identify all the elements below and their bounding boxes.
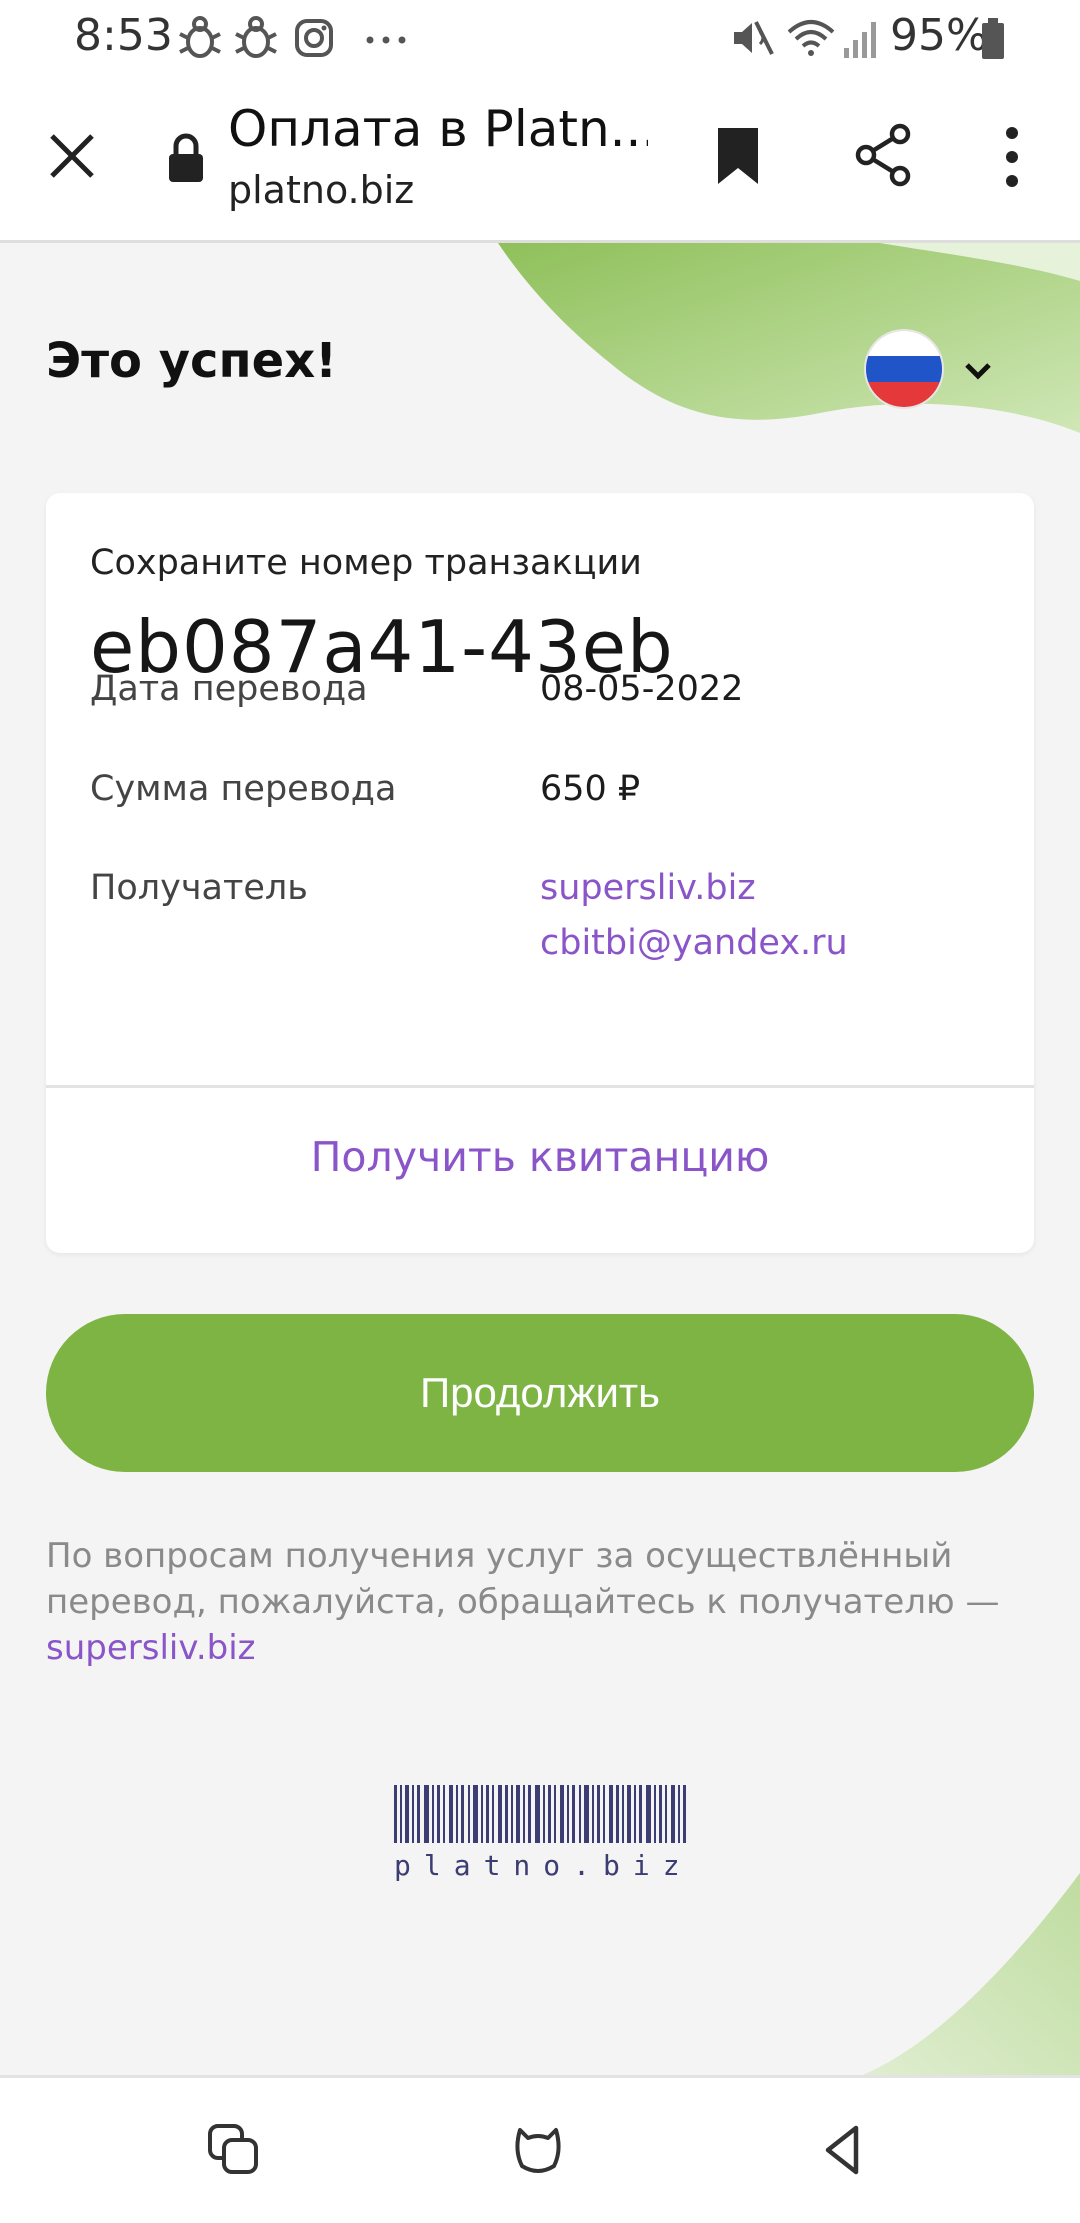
- instagram-icon: [295, 19, 333, 57]
- bug-icon: [179, 16, 221, 58]
- battery-percent: 95%: [890, 10, 988, 61]
- decorative-wave-bottom: [862, 1873, 1080, 2075]
- wifi-icon: [787, 20, 835, 56]
- get-receipt-link[interactable]: Получить квитанцию: [46, 1133, 1034, 1181]
- transaction-card: Сохраните номер транзакции eb087a41-43eb…: [46, 493, 1034, 1253]
- close-icon[interactable]: [40, 124, 104, 188]
- recent-apps-icon[interactable]: [206, 2122, 262, 2178]
- payment-success-page: Это успех! Сохраните номер транзакции eb…: [0, 243, 1080, 2075]
- platno-logo[interactable]: platno.biz: [394, 1785, 686, 1885]
- language-selector[interactable]: [866, 331, 1006, 411]
- amount-label: Сумма перевода: [90, 769, 397, 809]
- amount-value: 650 ₽: [540, 769, 641, 809]
- continue-button[interactable]: Продолжить: [46, 1314, 1034, 1472]
- info-recipient-link[interactable]: supersliv.biz: [46, 1628, 256, 1668]
- logo-text: platno.biz: [394, 1849, 693, 1882]
- page-url[interactable]: platno.biz: [228, 168, 414, 212]
- card-divider: [46, 1085, 1034, 1088]
- more-icon: [366, 36, 406, 44]
- transaction-hint: Сохраните номер транзакции: [90, 543, 642, 583]
- more-vertical-icon[interactable]: [994, 124, 1030, 190]
- home-icon[interactable]: [510, 2122, 566, 2178]
- lock-icon[interactable]: [166, 132, 206, 184]
- success-title: Это успех!: [46, 333, 338, 389]
- status-time: 8:53: [74, 10, 173, 61]
- back-icon[interactable]: [816, 2122, 872, 2178]
- bookmark-icon[interactable]: [712, 124, 764, 188]
- recipient-site-link[interactable]: supersliv.biz: [540, 868, 756, 908]
- barcode-logo-icon: [394, 1785, 686, 1843]
- info-text-body: По вопросам получения услуг за осуществл…: [46, 1536, 1000, 1622]
- navigation-bar: [0, 2075, 1080, 2223]
- russia-flag-icon[interactable]: [866, 331, 942, 407]
- status-bar: 8:53 95%: [0, 0, 1080, 76]
- mute-icon: [734, 21, 774, 55]
- chevron-down-icon[interactable]: [962, 355, 994, 387]
- recipient-email-link[interactable]: cbitbi@yandex.ru: [540, 923, 848, 963]
- page-title: Оплата в Platn...: [228, 100, 648, 158]
- date-value: 08-05-2022: [540, 669, 744, 709]
- battery-icon: [982, 18, 1004, 59]
- share-icon[interactable]: [852, 122, 914, 188]
- date-label: Дата перевода: [90, 669, 368, 709]
- bug-icon: [235, 16, 277, 58]
- browser-toolbar: Оплата в Platn... platno.biz: [0, 76, 1080, 243]
- recipient-label: Получатель: [90, 868, 308, 908]
- signal-icon: [844, 22, 876, 58]
- info-text: По вопросам получения услуг за осуществл…: [46, 1533, 1036, 1671]
